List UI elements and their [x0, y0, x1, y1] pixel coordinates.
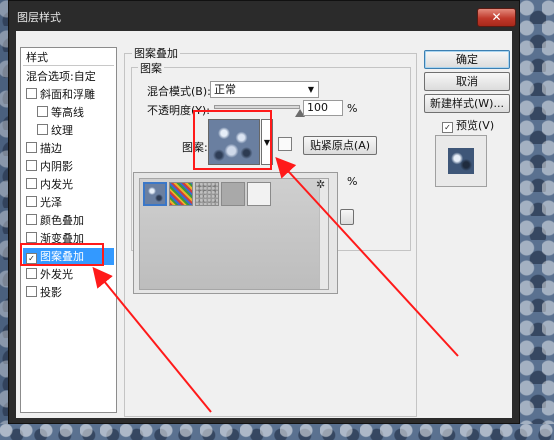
dialog-title: 图层样式	[17, 11, 61, 24]
style-list-item[interactable]: 描边	[23, 140, 114, 157]
preview-check-icon: ✓	[442, 122, 453, 133]
styles-list-header: 样式	[23, 50, 114, 66]
new-preset-icon[interactable]	[278, 137, 292, 151]
style-list-item-label: 投影	[40, 286, 62, 299]
title-bar: 图层样式 ✕	[9, 1, 519, 31]
style-list-item-label: 纹理	[51, 124, 73, 137]
pattern-picker-grid	[139, 178, 329, 290]
style-list-item[interactable]: 斜面和浮雕	[23, 86, 114, 103]
style-list-item[interactable]: 等高线	[23, 104, 114, 121]
background-texture-right	[520, 0, 554, 440]
style-preview	[435, 135, 487, 187]
link-with-layer-button[interactable]	[340, 209, 354, 225]
chevron-down-icon: ▼	[307, 85, 314, 94]
pattern-thumbnail[interactable]	[143, 182, 167, 206]
gear-icon[interactable]: ✲	[316, 178, 325, 191]
blend-mode-select[interactable]: 正常 ▼	[210, 81, 319, 98]
style-list-item[interactable]: 颜色叠加	[23, 212, 114, 229]
style-list-item[interactable]: 投影	[23, 284, 114, 301]
checkbox-icon[interactable]	[26, 232, 37, 243]
cancel-button[interactable]: 取消	[424, 72, 510, 91]
style-list-item[interactable]: 外发光	[23, 266, 114, 283]
style-list-item[interactable]: 内阴影	[23, 158, 114, 175]
scale-unit: %	[347, 175, 358, 188]
opacity-input[interactable]: 100	[303, 100, 343, 116]
style-list-item[interactable]: 混合选项:自定	[23, 68, 114, 85]
style-list-item[interactable]: 内发光	[23, 176, 114, 193]
annotation-highlight-pattern	[193, 110, 272, 170]
opacity-slider[interactable]	[214, 105, 300, 109]
blend-mode-label: 混合模式(B):	[147, 85, 211, 98]
pattern-thumbnail[interactable]	[221, 182, 245, 206]
close-button[interactable]: ✕	[477, 8, 516, 27]
style-list-item[interactable]: 光泽	[23, 194, 114, 211]
snap-to-origin-button[interactable]: 贴紧原点(A)	[303, 136, 377, 155]
checkbox-icon[interactable]	[26, 214, 37, 225]
preview-thumbnail	[448, 148, 474, 174]
pattern-picker-popup	[133, 172, 338, 294]
preview-label: 预览(V)	[456, 119, 495, 132]
checkbox-icon[interactable]	[26, 286, 37, 297]
checkbox-icon[interactable]	[26, 196, 37, 207]
checkbox-icon[interactable]	[26, 160, 37, 171]
annotation-highlight-list-item	[20, 243, 104, 266]
pattern-thumbnail[interactable]	[169, 182, 193, 206]
pattern-thumbnail[interactable]	[247, 182, 271, 206]
pattern-thumbnail[interactable]	[195, 182, 219, 206]
styles-list: 样式 混合选项:自定 斜面和浮雕 等高线 纹理 描边 内阴影 内发光 光泽 颜色叠加 渐变叠加 ✓ 图…	[20, 47, 117, 413]
picker-scrollbar[interactable]	[319, 179, 328, 289]
style-list-item-label: 描边	[40, 142, 62, 155]
style-list-item-label: 外发光	[40, 268, 73, 281]
preview-checkbox[interactable]: ✓ 预览(V)	[442, 117, 494, 133]
style-list-item-label: 颜色叠加	[40, 214, 84, 227]
checkbox-icon[interactable]	[26, 178, 37, 189]
style-list-item-label: 内发光	[40, 178, 73, 191]
ok-button[interactable]: 确定	[424, 50, 510, 69]
background-texture-bottom	[0, 424, 554, 440]
style-list-item-label: 等高线	[51, 106, 84, 119]
checkbox-icon[interactable]	[37, 106, 48, 117]
pattern-overlay-title: 图案叠加	[132, 45, 180, 61]
checkbox-icon[interactable]	[26, 268, 37, 279]
style-list-item-label: 光泽	[40, 196, 62, 209]
new-style-button[interactable]: 新建样式(W)...	[424, 94, 510, 113]
style-list-item[interactable]: 纹理	[23, 122, 114, 139]
pattern-subgroup-title: 图案	[138, 60, 164, 76]
checkbox-icon[interactable]	[26, 142, 37, 153]
checkbox-icon[interactable]	[37, 124, 48, 135]
opacity-unit: %	[347, 102, 358, 115]
style-list-item-label: 内阴影	[40, 160, 73, 173]
blend-mode-value: 正常	[214, 83, 236, 96]
style-list-item-label: 混合选项:自定	[26, 70, 96, 83]
style-list-item-label: 斜面和浮雕	[40, 88, 95, 101]
checkbox-icon[interactable]	[26, 88, 37, 99]
